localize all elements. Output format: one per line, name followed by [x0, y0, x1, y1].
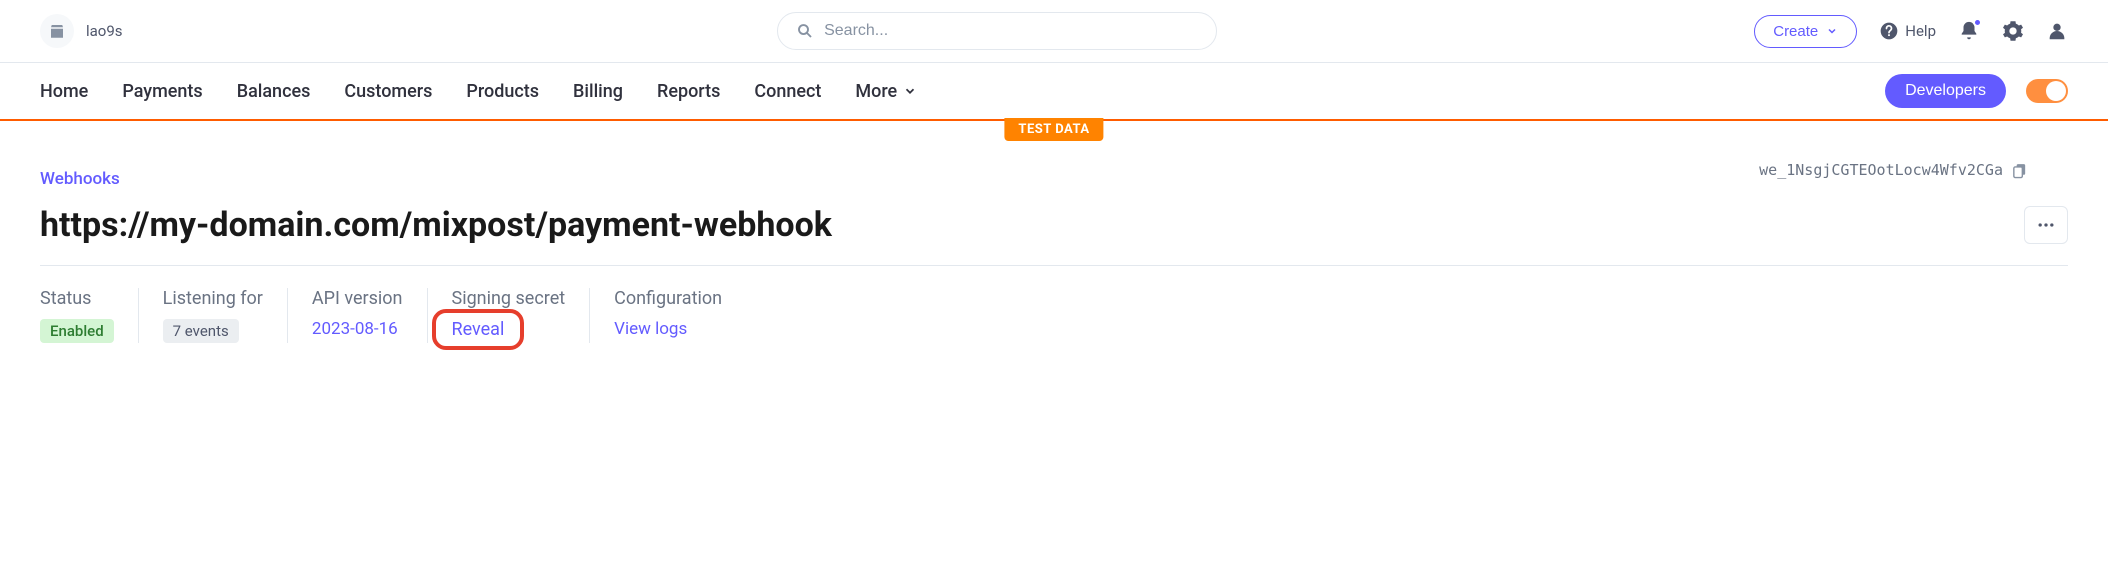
create-button[interactable]: Create — [1754, 15, 1857, 48]
nav-connect[interactable]: Connect — [754, 81, 821, 102]
nav-payments[interactable]: Payments — [122, 81, 202, 102]
nav-products[interactable]: Products — [466, 81, 539, 102]
view-logs-link[interactable]: View logs — [614, 319, 722, 339]
notifications-button[interactable] — [1958, 20, 1980, 42]
listening-label: Listening for — [163, 288, 263, 309]
nav-home[interactable]: Home — [40, 81, 88, 102]
developers-button[interactable]: Developers — [1885, 74, 2006, 108]
search-icon — [796, 22, 814, 40]
nav-balances[interactable]: Balances — [237, 81, 311, 102]
search-input-wrap[interactable] — [777, 12, 1217, 50]
brand-icon — [40, 14, 74, 48]
nav-more[interactable]: More — [855, 81, 917, 102]
notification-dot — [1973, 18, 1982, 27]
divider — [40, 265, 2068, 266]
api-version-label: API version — [312, 288, 403, 309]
api-version-value[interactable]: 2023-08-16 — [312, 319, 403, 339]
more-actions-button[interactable] — [2024, 206, 2068, 244]
test-mode-toggle[interactable] — [2026, 79, 2068, 103]
toggle-knob — [2046, 81, 2066, 101]
status-badge: Enabled — [40, 319, 114, 343]
page-title: https://my-domain.com/mixpost/payment-we… — [40, 205, 832, 245]
chevron-down-icon — [1826, 25, 1838, 37]
reveal-button[interactable]: Reveal — [452, 319, 505, 340]
webhook-id: we_1NsgjCGTEOotLocw4Wfv2CGa — [1759, 161, 2003, 179]
status-label: Status — [40, 288, 114, 309]
settings-button[interactable] — [2002, 20, 2024, 42]
signing-secret-label: Signing secret — [452, 288, 566, 309]
events-badge[interactable]: 7 events — [163, 319, 239, 343]
configuration-label: Configuration — [614, 288, 722, 309]
chevron-down-icon — [903, 84, 917, 98]
help-icon — [1879, 21, 1899, 41]
profile-button[interactable] — [2046, 20, 2068, 42]
nav-billing[interactable]: Billing — [573, 81, 623, 102]
nav-customers[interactable]: Customers — [344, 81, 432, 102]
brand-name: lao9s — [86, 22, 123, 40]
nav-reports[interactable]: Reports — [657, 81, 720, 102]
help-link[interactable]: Help — [1879, 21, 1936, 41]
test-data-badge: TEST DATA — [1004, 118, 1103, 141]
copy-id-icon[interactable] — [2011, 162, 2028, 179]
reveal-highlight: Reveal — [432, 309, 525, 350]
search-input[interactable] — [824, 22, 1198, 40]
